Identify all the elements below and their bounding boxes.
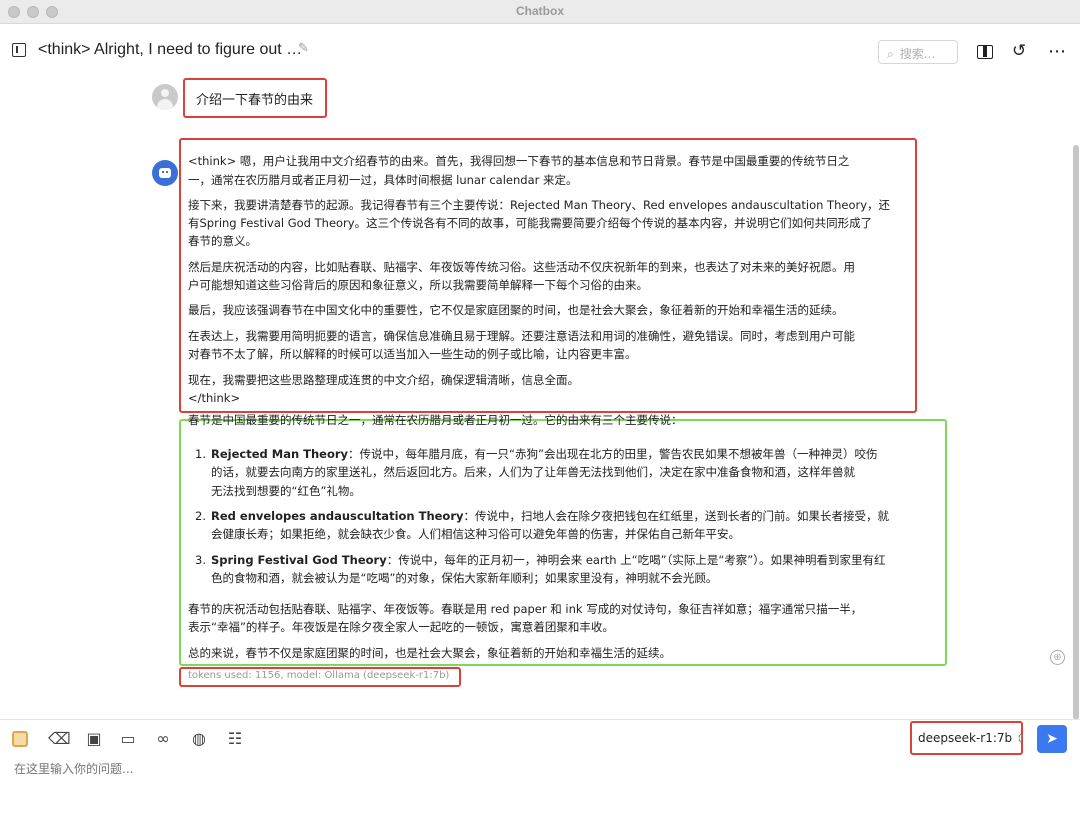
think-line: 户可能想知道这些习俗背后的原因和象征意义，所以我需要简单解释一下每个习俗的由来。 <box>188 278 648 292</box>
think-line: <think> 嗯，用户让我用中文介绍春节的由来。首先，我得回想一下春节的基本信… <box>188 154 850 168</box>
scroll-to-top-icon[interactable]: ⊕ <box>1050 650 1065 665</box>
closing-line: 表示“幸福”的样子。年夜饭是在除夕夜全家人一起吃的一顿饭，寓意着团聚和丰收。 <box>188 620 614 634</box>
folder-icon[interactable]: ▭ <box>118 729 138 749</box>
think-line: 在表达上，我需要用简明扼要的语言，确保信息准确且易于理解。还要注意语法和用词的准… <box>188 329 855 343</box>
list-item-line: Rejected Man Theory：传说中，每年腊月底，有一只“赤狗”会出现… <box>211 445 877 463</box>
list-item-line: Red envelopes andauscultation Theory：传说中… <box>211 507 889 525</box>
think-line: 一，通常在农历腊月或者正月初一过，具体时间根据 lunar calendar 来… <box>188 173 578 187</box>
eraser-icon[interactable]: ⌫ <box>48 729 71 749</box>
think-line: 有Spring Festival God Theory。这三个传说各有不同的故事… <box>188 216 873 230</box>
chat-header: <think> Alright, I need to figure out … … <box>0 25 1080 77</box>
input-divider <box>0 719 1080 720</box>
think-line: 现在，我需要把这些思路整理成连贯的中文介绍，确保逻辑清晰，信息全面。 <box>188 373 579 387</box>
list-item-number: 2. <box>195 509 206 523</box>
think-line: 春节的意义。 <box>188 234 257 248</box>
list-item-number: 1. <box>195 447 206 461</box>
list-item-term: Spring Festival God Theory <box>211 553 387 567</box>
layout-toggle-icon[interactable] <box>977 45 993 59</box>
more-options-icon[interactable]: ⋯ <box>1048 41 1066 62</box>
chat-mode-icon[interactable] <box>12 731 28 747</box>
settings-icon[interactable]: ☷ <box>225 729 245 749</box>
list-item-text: ：传说中，每年腊月底，有一只“赤狗”会出现在北方的田里，警告农民如果不想被年兽（… <box>348 447 878 461</box>
sidebar-toggle-icon[interactable] <box>12 43 26 57</box>
list-item-term: Red envelopes andauscultation Theory <box>211 509 464 523</box>
assistant-avatar-icon <box>152 160 178 186</box>
list-item-text: ：传说中，每年的正月初一，神明会来 earth 上“吃喝”（实际上是“考察”）。… <box>386 553 886 567</box>
search-placeholder: 搜索... <box>899 47 936 61</box>
think-line: 最后，我应该强调春节在中国文化中的重要性，它不仅是家庭团聚的时间，也是社会大聚会… <box>188 303 844 317</box>
list-item-text: 色的食物和酒，就会被认为是“吃喝”的对象，保佑大家新年顺利；如果家里没有，神明就… <box>211 571 718 585</box>
think-line: 接下来，我要讲清楚春节的起源。我记得春节有三个主要传说：Rejected Man… <box>188 198 891 212</box>
edit-title-icon[interactable]: ✎ <box>298 41 309 56</box>
list-item-number: 3. <box>195 553 206 567</box>
session-title[interactable]: <think> Alright, I need to figure out … <box>38 41 302 59</box>
list-item-term: Rejected Man Theory <box>211 447 349 461</box>
globe-icon[interactable]: ◍ <box>189 729 209 749</box>
model-select[interactable]: deepseek-r1:7b ⇕ <box>918 731 1025 745</box>
history-icon[interactable]: ↺ <box>1012 41 1026 61</box>
list-item-text: ：传说中，扫地人会在除夕夜把钱包在红纸里，送到长者的门前。如果长者接受，就 <box>463 509 890 523</box>
list-item-text: 会健康长寿；如果拒绝，就会缺衣少食。人们相信这种习俗可以避免年兽的伤害，并保佑自… <box>211 527 740 541</box>
think-line: 然后是庆祝活动的内容，比如贴春联、贴福字、年夜饭等传统习俗。这些活动不仅庆祝新年… <box>188 260 855 274</box>
send-button[interactable]: ➤ <box>1037 725 1067 753</box>
answer-intro: 春节是中国最重要的传统节日之一，通常在农历腊月或者正月初一过。它的由来有三个主要… <box>188 413 683 427</box>
model-select-value: deepseek-r1:7b <box>918 731 1013 745</box>
image-icon[interactable]: ▣ <box>84 729 104 749</box>
think-line: </think> <box>188 391 241 405</box>
select-arrows-icon: ⇕ <box>1016 732 1026 745</box>
chat-input[interactable] <box>14 762 894 776</box>
link-icon[interactable]: ∞ <box>153 729 173 749</box>
list-item-text: 的话，就要去向南方的家里送礼，然后返回北方。后来，人们为了让年兽无法找到他们，决… <box>211 465 855 479</box>
think-line: 对春节不太了解，所以解释的时候可以适当加入一些生动的例子或比喻，让内容更丰富。 <box>188 347 637 361</box>
search-input[interactable]: ⌕ 搜索... <box>878 40 958 64</box>
closing-line: 春节的庆祝活动包括贴春联、贴福字、年夜饭等。春联是用 red paper 和 i… <box>188 602 863 616</box>
user-message: 介绍一下春节的由来 <box>196 93 314 108</box>
message-scrollbar[interactable] <box>1073 145 1079 720</box>
search-icon: ⌕ <box>887 47 894 61</box>
list-item-line: Spring Festival God Theory：传说中，每年的正月初一，神… <box>211 551 886 569</box>
window-title: Chatbox <box>516 4 564 18</box>
list-item-text: 无法找到想要的“红色”礼物。 <box>211 484 361 498</box>
user-avatar <box>152 84 178 110</box>
closing-line: 总的来说，春节不仅是家庭团聚的时间，也是社会大聚会，象征着新的开始和幸福生活的延… <box>188 646 671 660</box>
tokens-info: tokens used: 1156, model: Ollama (deepse… <box>188 670 450 681</box>
window-titlebar: Chatbox <box>0 0 1080 24</box>
